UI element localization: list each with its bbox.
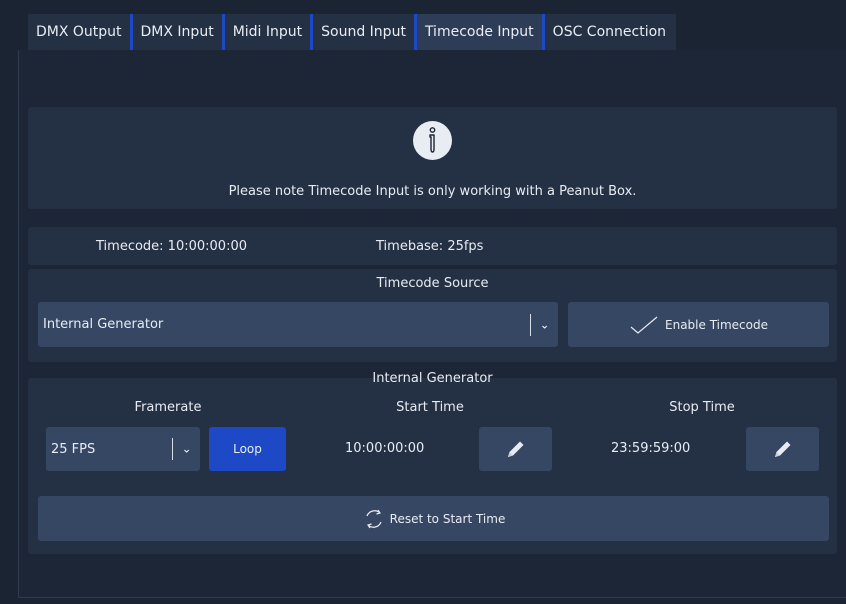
start-time-value: 10:00:00:00 <box>345 441 425 456</box>
stop-time-value: 23:59:59:00 <box>611 441 691 456</box>
framerate-label: Framerate <box>134 400 202 415</box>
info-icon <box>413 121 452 160</box>
timecode-source-title: Timecode Source <box>376 276 489 291</box>
notice-text: Please note Timecode Input is only worki… <box>228 184 637 199</box>
framerate-value: 25 FPS <box>51 441 96 457</box>
tab-dmx-input[interactable]: DMX Input <box>132 14 225 50</box>
reset-to-start-time-button[interactable]: Reset to Start Time <box>38 496 829 541</box>
enable-timecode-label: Enable Timecode <box>665 317 768 332</box>
framerate-select[interactable]: 25 FPS ⌄ <box>46 427 200 471</box>
tab-osc-connection[interactable]: OSC Connection <box>544 14 677 50</box>
timecode-readout: Timecode: 10:00:00:00 <box>96 239 247 254</box>
edit-start-time-button[interactable] <box>479 427 552 471</box>
loop-label: Loop <box>233 442 262 456</box>
tab-dmx-output[interactable]: DMX Output <box>28 14 133 50</box>
edit-stop-time-button[interactable] <box>746 427 819 471</box>
tab-sound-input[interactable]: Sound Input <box>313 14 417 50</box>
tab-midi-input[interactable]: Midi Input <box>224 14 314 50</box>
pencil-icon <box>507 441 523 457</box>
select-separator <box>530 313 531 336</box>
timecode-source-select[interactable]: Internal Generator ⌄ <box>38 302 558 347</box>
tab-bar: DMX Output DMX Input Midi Input Sound In… <box>28 14 677 50</box>
stop-time-label: Stop Time <box>669 400 735 415</box>
internal-generator-title: Internal Generator <box>372 371 493 386</box>
pencil-icon <box>774 441 790 457</box>
enable-timecode-button[interactable]: Enable Timecode <box>568 302 829 347</box>
loop-button[interactable]: Loop <box>209 427 286 471</box>
chevron-down-icon: ⌄ <box>540 318 550 331</box>
tab-timecode-input[interactable]: Timecode Input <box>416 14 545 50</box>
timecode-source-value: Internal Generator <box>43 317 164 332</box>
checkmark-icon <box>630 316 658 334</box>
chevron-down-icon: ⌄ <box>182 442 192 456</box>
select-separator <box>172 438 173 460</box>
start-time-label: Start Time <box>396 400 464 415</box>
refresh-icon <box>366 509 382 528</box>
reset-label: Reset to Start Time <box>389 511 506 526</box>
timebase-readout: Timebase: 25fps <box>376 239 484 254</box>
